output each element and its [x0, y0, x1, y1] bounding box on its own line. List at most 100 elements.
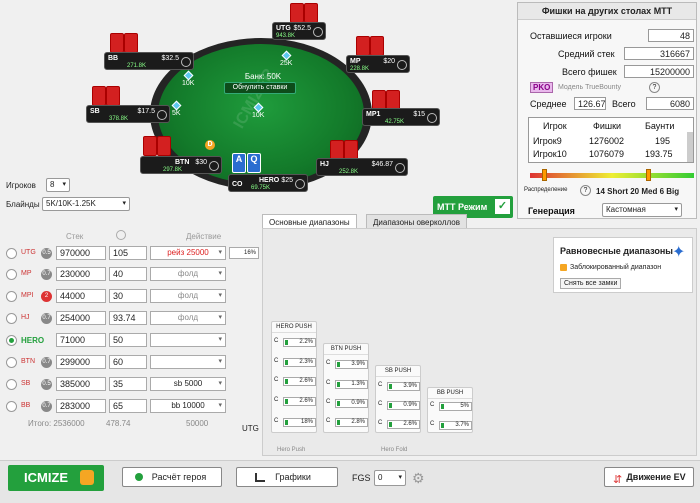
range-row[interactable]: C 3.7%: [430, 421, 472, 430]
stack-input[interactable]: 71000: [56, 333, 106, 347]
range-row[interactable]: C 1.3%: [326, 380, 368, 389]
stack-input[interactable]: 970000: [56, 246, 106, 260]
seat-bet: $20: [383, 58, 395, 65]
star-icon: ✦: [672, 244, 686, 261]
grid-cell[interactable]: Игрок9: [533, 136, 562, 146]
chip-amount: 10K: [182, 80, 195, 87]
grid-cell[interactable]: Игрок10: [533, 149, 567, 159]
position-radio[interactable]: [6, 401, 17, 412]
unlock-all-button[interactable]: Снять все замки: [560, 278, 622, 289]
action-select[interactable]: фолд: [150, 311, 226, 325]
target-icon[interactable]: [157, 110, 167, 120]
bb-input[interactable]: 60: [109, 355, 147, 369]
stack-input[interactable]: 254000: [56, 311, 106, 325]
slider-handle[interactable]: [646, 169, 651, 181]
position-radio[interactable]: [6, 379, 17, 390]
lock-icon: [80, 470, 94, 485]
charts-label: Графики: [275, 472, 311, 482]
range-row[interactable]: C 2.6%: [378, 420, 420, 429]
position-radio[interactable]: [6, 313, 17, 324]
range-row[interactable]: C 3.9%: [378, 382, 420, 391]
reset-bets-button[interactable]: Обнулить ставки: [224, 82, 296, 94]
position-radio[interactable]: [6, 335, 17, 346]
grid-cell[interactable]: 193.75: [645, 149, 673, 159]
range-row[interactable]: C 5%: [430, 402, 472, 411]
stack-input[interactable]: 283000: [56, 399, 106, 413]
help-icon[interactable]: ?: [649, 82, 660, 93]
hero-calc-button[interactable]: Расчёт героя: [122, 467, 222, 487]
seat-sb[interactable]: SB $17.5 378.8K: [86, 105, 170, 123]
position-radio[interactable]: [6, 357, 17, 368]
bb-input[interactable]: 40: [109, 267, 147, 281]
bb-input[interactable]: 50: [109, 333, 147, 347]
pko-toggle[interactable]: PKO: [530, 82, 554, 93]
bb-input[interactable]: 105: [109, 246, 147, 260]
action-select[interactable]: [150, 333, 226, 347]
settings-gear-icon[interactable]: ⚙: [412, 470, 425, 487]
players-select[interactable]: 8: [46, 178, 70, 192]
bb-input[interactable]: 30: [109, 289, 147, 303]
range-row[interactable]: C 18%: [274, 418, 316, 427]
bb-input[interactable]: 65: [109, 399, 147, 413]
chip-icon: [183, 70, 194, 81]
range-row[interactable]: C 2.6%: [274, 377, 316, 386]
range-row[interactable]: C 2.2%: [274, 338, 316, 347]
grid-scrollbar[interactable]: [687, 132, 693, 162]
charts-button[interactable]: Графики: [236, 467, 338, 487]
bb-input[interactable]: 35: [109, 377, 147, 391]
seat-hero[interactable]: HERO $25 69.75K CO: [228, 174, 308, 192]
action-select[interactable]: рейз 25000: [150, 246, 226, 260]
position-radio[interactable]: [6, 291, 17, 302]
ev-arrows-icon: ⇵: [613, 474, 623, 486]
range-pct-box[interactable]: 16%: [229, 247, 259, 259]
seat-btn[interactable]: BTN $30 297.8K: [140, 156, 222, 174]
grid-cell[interactable]: 1276002: [589, 136, 624, 146]
range-row[interactable]: C 2.6%: [274, 397, 316, 406]
help-icon[interactable]: ?: [580, 185, 591, 196]
total2-value[interactable]: 6080: [646, 97, 694, 110]
position-radio[interactable]: [6, 269, 17, 280]
target-icon[interactable]: [397, 60, 407, 70]
total-chips-value[interactable]: 15200000: [624, 65, 694, 78]
grid-cell[interactable]: 195: [655, 136, 670, 146]
stack-input[interactable]: 44000: [56, 289, 106, 303]
stack-input[interactable]: 299000: [56, 355, 106, 369]
target-icon[interactable]: [295, 179, 305, 189]
seat-bb[interactable]: BB $32.5 271.8K: [104, 52, 194, 70]
action-select[interactable]: bb 10000: [150, 399, 226, 413]
avg-stack-value[interactable]: 316667: [624, 47, 694, 60]
distribution-slider[interactable]: [530, 173, 694, 178]
range-row[interactable]: C 3.9%: [326, 360, 368, 369]
action-select[interactable]: sb 5000: [150, 377, 226, 391]
grid-cell[interactable]: 1076079: [589, 149, 624, 159]
seat-mp[interactable]: MP $20 228.8K: [346, 55, 410, 73]
target-icon[interactable]: [427, 113, 437, 123]
remaining-input[interactable]: 48: [648, 29, 694, 42]
target-icon[interactable]: [313, 27, 323, 37]
range-row[interactable]: C 2.8%: [326, 418, 368, 427]
bb-input[interactable]: 93.74: [109, 311, 147, 325]
stack-input[interactable]: 385000: [56, 377, 106, 391]
target-icon[interactable]: [209, 161, 219, 171]
action-select[interactable]: [150, 355, 226, 369]
seat-name: SB: [90, 108, 100, 115]
seat-utg[interactable]: UTG $52.5 943.8K: [272, 22, 326, 40]
range-row[interactable]: C 2.3%: [274, 358, 316, 367]
ev-movement-button[interactable]: ⇵ Движение EV: [604, 467, 694, 487]
stack-input[interactable]: 230000: [56, 267, 106, 281]
avg2-value[interactable]: 126.67: [574, 97, 606, 110]
action-select[interactable]: фолд: [150, 289, 226, 303]
fgs-select[interactable]: 0: [374, 470, 406, 486]
target-icon[interactable]: [181, 57, 191, 67]
action-select[interactable]: фолд: [150, 267, 226, 281]
icmize-button[interactable]: ICMIZE: [8, 465, 104, 491]
seat-mp1[interactable]: MP1 $15 42.75K: [362, 108, 440, 126]
range-row[interactable]: C 0.9%: [378, 401, 420, 410]
target-icon[interactable]: [395, 163, 405, 173]
range-row[interactable]: C 0.9%: [326, 399, 368, 408]
position-radio[interactable]: [6, 248, 17, 259]
seat-hj[interactable]: HJ $46.87 252.8K: [316, 158, 408, 176]
slider-handle[interactable]: [542, 169, 547, 181]
blinds-select[interactable]: 5K/10K-1.25K: [42, 197, 130, 211]
generation-select[interactable]: Кастомная: [602, 203, 682, 217]
